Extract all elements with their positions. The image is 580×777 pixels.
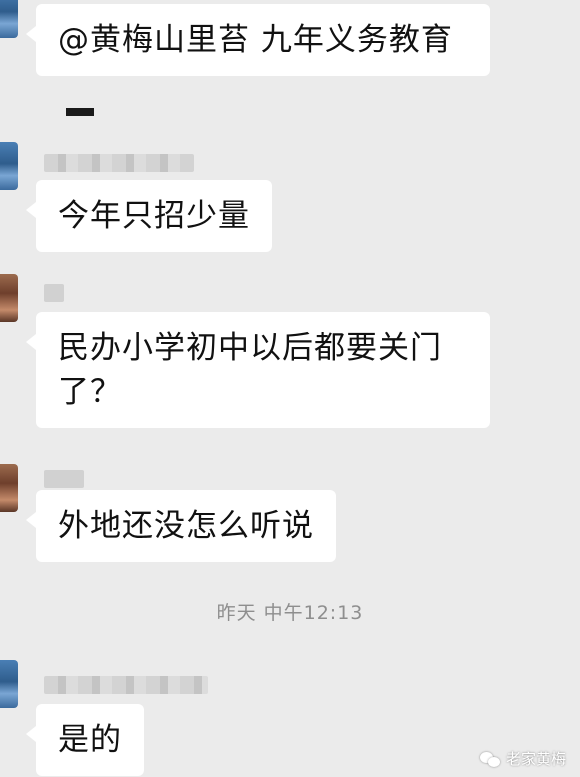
message-bubble[interactable]: 民办小学初中以后都要关门了？ (26, 312, 490, 428)
avatar[interactable] (0, 0, 18, 38)
sender-name-redacted (44, 470, 84, 488)
watermark: 老家黄梅 (479, 748, 566, 769)
wechat-icon (479, 750, 502, 768)
avatar[interactable] (0, 660, 18, 708)
avatar[interactable] (0, 464, 18, 512)
sender-name-redacted (44, 284, 64, 302)
message-text: 外地还没怎么听说 (58, 508, 314, 544)
message-bubble[interactable]: 外地还没怎么听说 (26, 490, 336, 562)
message-text: 民办小学初中以后都要关门了？ (58, 330, 442, 410)
watermark-text: 老家黄梅 (505, 750, 566, 768)
timestamp: 昨天 中午12:13 (216, 602, 364, 624)
message-text: @黄梅山里苔 九年义务教育 (58, 22, 453, 58)
message-text: 是的 (58, 722, 122, 758)
message-text: 今年只招少量 (58, 198, 250, 234)
message-bubble[interactable]: 今年只招少量 (26, 180, 272, 252)
sender-name-redacted (44, 676, 208, 694)
sender-name-redacted (44, 154, 194, 172)
message-bubble[interactable]: @黄梅山里苔 九年义务教育 (26, 4, 490, 76)
message-bubble[interactable]: 是的 (26, 704, 144, 776)
avatar[interactable] (0, 274, 18, 322)
redaction-mark (66, 108, 94, 116)
avatar[interactable] (0, 142, 18, 190)
